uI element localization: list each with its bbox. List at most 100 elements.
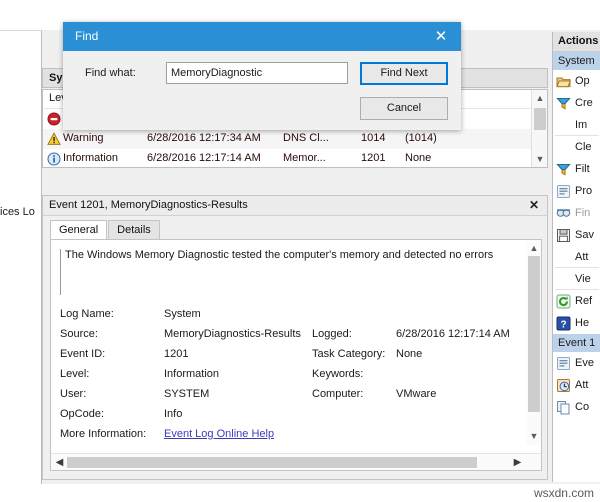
cell-source: DNS Cl... [283,132,345,144]
field-label-keywords: Keywords: [312,368,363,380]
field-label-opcode: OpCode: [60,408,104,420]
action-item-label: Co [575,396,589,418]
warning-icon [47,132,61,146]
svg-text:?: ? [560,319,566,330]
detail-scrollbar-thumb[interactable] [528,256,540,412]
event-description: The Windows Memory Diagnostic tested the… [60,249,508,295]
event-detail-panel: Event 1201, MemoryDiagnostics-Results ✕ … [42,195,548,480]
field-label-task-category: Task Category: [312,348,385,360]
actions-pane: Actions SystemOpCreImCleFiltProFinSavAtt… [552,32,600,482]
table-row[interactable]: Warning6/28/2016 12:17:34 AMDNS Cl...101… [43,129,532,149]
action-item-im[interactable]: Im [553,114,600,136]
properties-icon [556,184,571,199]
close-icon[interactable]: ✕ [427,26,455,48]
detail-tabs[interactable]: General Details [50,220,161,240]
action-item-cre[interactable]: Cre [553,92,600,114]
copy-icon [556,400,571,415]
field-label-computer: Computer: [312,388,363,400]
scroll-up-icon[interactable]: ▲ [532,90,548,106]
tab-panel-general: The Windows Memory Diagnostic tested the… [50,239,542,471]
cell-id: 1201 [361,152,397,164]
scroll-right-icon[interactable]: ▶ [510,455,525,470]
field-value-level: Information [164,368,219,380]
field-label-more-information: More Information: [60,428,146,440]
cell-source: Memor... [283,152,345,164]
event-list-scrollbar[interactable]: ▲ ▼ [531,90,547,167]
cell-level: Information [63,152,153,164]
find-next-button[interactable]: Find Next [360,62,448,85]
find-icon [556,206,571,221]
field-value-source: MemoryDiagnostics-Results [164,328,301,340]
cell-category: (1014) [405,132,495,144]
field-value-opcode: Info [164,408,182,420]
action-item-label: Op [575,70,590,92]
event-log-online-help-link[interactable]: Event Log Online Help [164,428,274,440]
tab-general[interactable]: General [50,220,107,239]
action-item-label: Pro [575,180,592,202]
action-item-co[interactable]: Co [553,396,600,418]
find-dialog-body: Find what: Find Next Cancel [63,51,461,130]
find-dialog-title: Find [75,29,98,43]
scrollbar-thumb[interactable] [534,108,546,130]
scroll-left-icon[interactable]: ◀ [52,455,67,470]
action-item-label: Att [575,374,588,396]
bottom-strip [0,484,600,502]
detail-vertical-scrollbar[interactable]: ▲ ▼ [526,240,541,445]
attach-task-icon [556,378,571,393]
field-value-log-name: System [164,308,201,320]
actions-group-header: System [553,52,600,70]
action-item-filt[interactable]: Filt [553,158,600,180]
action-item-label: Filt [575,158,590,180]
field-label-log-name: Log Name: [60,308,114,320]
find-what-input[interactable] [166,62,348,84]
action-item-label: Cle [575,136,592,158]
field-value-user: SYSTEM [164,388,209,400]
action-item-he[interactable]: ? He [553,312,600,334]
action-item-label: Fin [575,202,590,224]
cancel-button[interactable]: Cancel [360,97,448,120]
action-item-sav[interactable]: Sav [553,224,600,246]
filter-icon [556,96,571,111]
tab-details[interactable]: Details [108,220,160,239]
save-icon [556,228,571,243]
action-item-cle[interactable]: Cle [553,136,600,158]
table-row[interactable]: Information6/28/2016 12:17:14 AM Memor...… [43,149,532,168]
actions-pane-title: Actions [553,32,600,52]
console-tree-pane[interactable]: ices Lo [0,30,42,486]
field-value-computer: VMware [396,388,436,400]
action-item-pro[interactable]: Pro [553,180,600,202]
action-item-att[interactable]: Att [553,246,600,268]
find-dialog-titlebar: Find ✕ [63,22,461,51]
action-item-ref[interactable]: Ref [553,290,600,312]
action-item-vie[interactable]: Vie [553,268,600,290]
field-value-logged: 6/28/2016 12:17:14 AM [396,328,510,340]
information-icon [47,152,61,166]
cell-date: 6/28/2016 12:17:14 AM [147,152,279,164]
scroll-down-icon[interactable]: ▼ [532,151,548,167]
event-detail-title: Event 1201, MemoryDiagnostics-Results [43,196,547,216]
action-item-label: Sav [575,224,594,246]
action-item-label: He [575,312,589,334]
detail-scroll-up-icon[interactable]: ▲ [526,240,542,256]
refresh-icon [556,294,571,309]
close-icon[interactable]: ✕ [527,198,541,212]
find-what-label: Find what: [85,67,136,79]
cell-id: 1014 [361,132,397,144]
hscrollbar-thumb[interactable] [67,457,477,468]
detail-horizontal-scrollbar[interactable]: ◀ ▶ [51,453,541,470]
action-item-label: Ref [575,290,592,312]
cell-category: None [405,152,495,164]
action-item-op[interactable]: Op [553,70,600,92]
detail-scroll-down-icon[interactable]: ▼ [526,428,542,444]
filter-icon [556,162,571,177]
field-value-event-id: 1201 [164,348,188,360]
field-label-logged: Logged: [312,328,352,340]
action-item-fin: Fin [553,202,600,224]
field-label-source: Source: [60,328,98,340]
find-dialog: Find ✕ Find what: Find Next Cancel [63,22,461,130]
open-folder-icon [556,74,571,89]
console-tree-item-truncated[interactable]: ices Lo [0,206,41,218]
action-item-eve[interactable]: Eve [553,352,600,374]
actions-group-header: Event 1 [553,334,600,352]
action-item-att[interactable]: Att [553,374,600,396]
